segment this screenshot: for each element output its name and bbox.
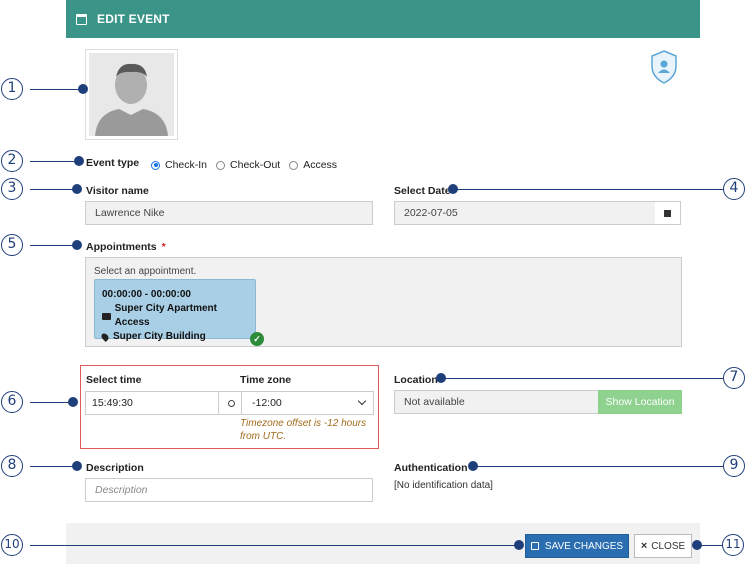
- authentication-label: Authentication: [394, 462, 468, 474]
- select-date-label: Select Date: [394, 185, 451, 197]
- callout-dot: [72, 184, 82, 194]
- callout-line: [30, 466, 78, 467]
- dialog-header: EDIT EVENT: [66, 0, 700, 38]
- callout-dot: [514, 540, 524, 550]
- close-button[interactable]: × CLOSE: [634, 534, 692, 558]
- date-picker-button[interactable]: [655, 201, 681, 225]
- radio-check-in[interactable]: Check-In: [151, 159, 207, 171]
- time-zone-select[interactable]: -12:00: [241, 391, 374, 415]
- callout-6: 6: [1, 391, 23, 413]
- callout-5: 5: [1, 234, 23, 256]
- appointment-access: Super City Apartment Access: [102, 302, 248, 330]
- authentication-value: [No identification data]: [394, 480, 493, 491]
- callout-9: 9: [723, 455, 745, 477]
- selected-check-icon: ✓: [250, 332, 264, 346]
- appointments-label: Appointments *: [86, 241, 166, 253]
- calendar-icon: [664, 209, 671, 217]
- time-zone-note: Timezone offset is -12 hours from UTC.: [240, 418, 367, 442]
- callout-line: [30, 89, 83, 90]
- callout-line: [30, 545, 520, 546]
- clock-icon: [227, 399, 235, 407]
- floppy-disk-icon: [530, 542, 539, 550]
- date-field[interactable]: 2022-07-05: [394, 201, 656, 225]
- callout-line: [30, 245, 78, 246]
- appointment-building: Super City Building: [100, 330, 248, 344]
- callout-11: 11: [722, 534, 744, 556]
- callout-dot: [448, 184, 458, 194]
- callout-dot: [68, 397, 78, 407]
- calendar-icon: [76, 13, 87, 25]
- description-label: Description: [86, 462, 144, 474]
- callout-dot: [468, 461, 478, 471]
- callout-dot: [78, 84, 88, 94]
- event-type-radio-group: Check-In Check-Out Access: [151, 159, 346, 171]
- chevron-down-icon: [357, 396, 367, 406]
- callout-7: 7: [723, 367, 745, 389]
- radio-check-out[interactable]: Check-Out: [216, 159, 280, 171]
- visitor-photo: [85, 49, 178, 140]
- callout-2: 2: [1, 150, 23, 172]
- time-field[interactable]: 15:49:30: [85, 391, 244, 415]
- radio-unchecked-icon: [289, 160, 299, 170]
- callout-line: [30, 189, 78, 190]
- description-input[interactable]: Description: [85, 478, 373, 502]
- show-location-button[interactable]: Show Location: [598, 390, 682, 414]
- location-field: Not available: [394, 390, 599, 414]
- callout-3: 3: [1, 178, 23, 200]
- close-icon: ×: [640, 540, 648, 552]
- callout-line: [450, 189, 725, 190]
- briefcase-icon: [102, 312, 111, 320]
- callout-dot: [72, 461, 82, 471]
- identity-shield-icon[interactable]: [650, 50, 678, 84]
- appointments-hint: Select an appointment.: [94, 266, 197, 277]
- appointments-list: Select an appointment. 00:00:00 - 00:00:…: [85, 257, 682, 347]
- callout-line: [30, 161, 78, 162]
- time-zone-label: Time zone: [240, 374, 292, 386]
- callout-1: 1: [1, 78, 23, 100]
- callout-dot: [692, 540, 702, 550]
- callout-line: [474, 466, 725, 467]
- select-time-label: Select time: [86, 374, 142, 386]
- callout-dot: [72, 240, 82, 250]
- save-changes-button[interactable]: SAVE CHANGES: [525, 534, 629, 558]
- appointment-card[interactable]: 00:00:00 - 00:00:00 Super City Apartment…: [94, 279, 256, 342]
- event-type-label: Event type: [86, 157, 140, 169]
- visitor-name-label: Visitor name: [86, 185, 149, 197]
- radio-access[interactable]: Access: [289, 159, 337, 171]
- callout-line: [440, 378, 725, 379]
- dialog-title: EDIT EVENT: [97, 12, 170, 26]
- radio-checked-icon: [151, 160, 160, 170]
- location-label: Location: [394, 374, 438, 386]
- callout-8: 8: [1, 455, 23, 477]
- callout-4: 4: [723, 178, 745, 200]
- time-picker-button[interactable]: [218, 392, 243, 414]
- callout-dot: [436, 373, 446, 383]
- map-pin-icon: [100, 332, 110, 342]
- visitor-name-field[interactable]: Lawrence Nike: [85, 201, 373, 225]
- time-section: Select time Time zone 15:49:30 -12:00 Ti…: [80, 365, 379, 449]
- required-mark: *: [161, 241, 166, 253]
- avatar-placeholder-icon: [89, 53, 174, 136]
- callout-dot: [74, 156, 84, 166]
- appointment-time: 00:00:00 - 00:00:00: [102, 289, 191, 300]
- callout-10: 10: [1, 534, 23, 556]
- radio-unchecked-icon: [216, 160, 226, 170]
